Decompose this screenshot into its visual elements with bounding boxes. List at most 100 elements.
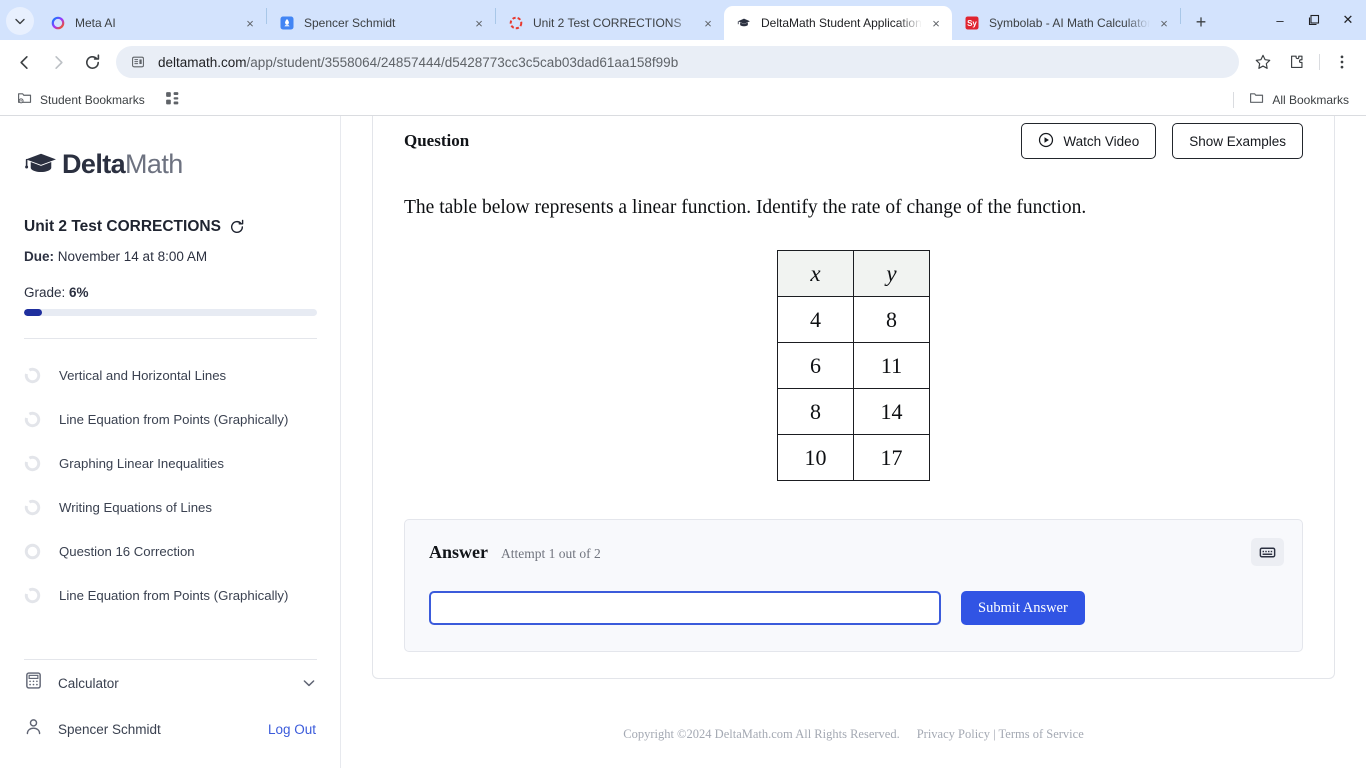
- svg-text:Sy: Sy: [967, 19, 977, 28]
- tab-close-button[interactable]: ×: [928, 15, 944, 31]
- table-cell-y: 11: [853, 342, 930, 389]
- table-cell-y: 17: [853, 434, 930, 481]
- grade-progress-fill: [24, 309, 42, 316]
- sidebar-item-vertical-and-horizontal-lines[interactable]: Vertical and Horizontal Lines: [24, 353, 316, 397]
- tab-spencer-schmidt[interactable]: Spencer Schmidt ×: [267, 6, 495, 40]
- deltamath-logo[interactable]: DeltaMath: [24, 144, 316, 184]
- new-tab-button[interactable]: +: [1187, 8, 1215, 36]
- privacy-policy-link[interactable]: Privacy Policy: [917, 727, 990, 741]
- tab-meta-ai[interactable]: Meta AI ×: [38, 6, 266, 40]
- sidebar-item-writing-equations-of-lines[interactable]: Writing Equations of Lines: [24, 485, 316, 529]
- table-header-row: x y: [777, 250, 930, 297]
- logout-link[interactable]: Log Out: [268, 722, 316, 737]
- question-actions: Watch Video Show Examples: [1021, 123, 1303, 159]
- table-cell-x: 6: [777, 342, 854, 389]
- logo-math: Math: [125, 148, 183, 179]
- toolbar-divider: [1319, 54, 1320, 70]
- footer-links: Privacy Policy | Terms of Service: [917, 727, 1084, 742]
- person-icon: [24, 717, 43, 741]
- forward-button[interactable]: [42, 46, 74, 78]
- submit-answer-button[interactable]: Submit Answer: [961, 591, 1085, 625]
- tab-title: Spencer Schmidt: [304, 16, 396, 30]
- progress-ring-icon: [24, 543, 41, 560]
- tab-strip: Meta AI × Spencer Schmidt × Unit 2 Test …: [0, 0, 1366, 40]
- chevron-down-icon: [15, 18, 25, 25]
- back-arrow-icon: [19, 55, 28, 69]
- window-minimize-button[interactable]: –: [1272, 12, 1288, 28]
- chevron-down-icon[interactable]: [302, 676, 316, 690]
- tab-deltamath-student-application[interactable]: DeltaMath Student Application ×: [724, 6, 952, 40]
- assignment-title: Unit 2 Test CORRECTIONS: [24, 218, 221, 235]
- tab-search-button[interactable]: [6, 7, 34, 35]
- progress-ring-icon: [24, 587, 41, 604]
- window-maximize-button[interactable]: [1306, 12, 1322, 28]
- tab-close-button[interactable]: ×: [242, 15, 258, 31]
- question-card: Question Watch Video Show Examples The t…: [372, 116, 1335, 679]
- bookmark-star-button[interactable]: [1247, 46, 1279, 78]
- extensions-icon: [1291, 55, 1303, 68]
- apps-grid-icon: [165, 91, 180, 109]
- bookmarks-bar-right: All Bookmarks: [1233, 87, 1356, 112]
- due-value: November 14 at 8:00 AM: [57, 249, 208, 264]
- window-close-button[interactable]: ✕: [1340, 12, 1356, 28]
- table-row: 4 8: [777, 296, 930, 343]
- address-bar[interactable]: deltamath.com/app/student/3558064/248574…: [116, 46, 1239, 78]
- table-row: 8 14: [777, 388, 930, 435]
- table-row: 10 17: [777, 434, 930, 481]
- browser-window: Meta AI × Spencer Schmidt × Unit 2 Test …: [0, 0, 1366, 768]
- tab-close-button[interactable]: ×: [700, 15, 716, 31]
- page-footer: Copyright ©2024 DeltaMath.com All Rights…: [341, 700, 1366, 768]
- loading-spinner-icon: [508, 15, 524, 31]
- tab-title: Meta AI: [75, 16, 116, 30]
- calculator-row[interactable]: Calculator: [24, 660, 316, 706]
- sidebar-item-line-equation-from-points-graphically-2[interactable]: Line Equation from Points (Graphically): [24, 573, 316, 617]
- reload-icon: [85, 53, 99, 69]
- watch-video-button[interactable]: Watch Video: [1021, 123, 1157, 159]
- tab-close-button[interactable]: ×: [471, 15, 487, 31]
- tab-close-button[interactable]: ×: [1156, 15, 1172, 31]
- reload-button[interactable]: [76, 46, 108, 78]
- bookmark-label: Student Bookmarks: [40, 92, 145, 107]
- table-cell-x: 10: [777, 434, 854, 481]
- browser-menu-button[interactable]: [1326, 46, 1358, 78]
- progress-ring-icon: [24, 367, 41, 384]
- due-label: Due:: [24, 249, 54, 264]
- table-column-header-x: x: [777, 250, 854, 297]
- tab-symbolab[interactable]: Sy Symbolab - AI Math Calculator ×: [952, 6, 1180, 40]
- extensions-button[interactable]: [1281, 46, 1313, 78]
- keyboard-toggle-button[interactable]: [1251, 538, 1284, 566]
- show-examples-button[interactable]: Show Examples: [1172, 123, 1303, 159]
- maximize-icon: [1308, 14, 1320, 26]
- url-host: deltamath.com: [158, 54, 247, 70]
- bookmark-student-bookmarks[interactable]: Student Bookmarks: [10, 87, 152, 112]
- tab-title: Unit 2 Test CORRECTIONS: [533, 16, 682, 30]
- sidebar-divider: [24, 338, 317, 339]
- table-cell-y: 8: [853, 296, 930, 343]
- answer-input[interactable]: [429, 591, 941, 625]
- terms-of-service-link[interactable]: Terms of Service: [999, 727, 1084, 741]
- grade-label: Grade:: [24, 285, 66, 300]
- back-button[interactable]: [8, 46, 40, 78]
- grade-row: Grade: 6%: [24, 285, 316, 300]
- attempt-counter: Attempt 1 out of 2: [501, 546, 601, 561]
- calculator-icon: [24, 671, 43, 695]
- sidebar-item-question-16-correction[interactable]: Question 16 Correction: [24, 529, 316, 573]
- all-bookmarks-button[interactable]: All Bookmarks: [1242, 87, 1356, 112]
- user-row: Spencer Schmidt Log Out: [24, 706, 316, 752]
- graduation-cap-icon: [24, 150, 58, 178]
- table-row: 6 11: [777, 342, 930, 389]
- answer-row: Submit Answer: [429, 591, 1278, 625]
- site-info-icon[interactable]: [130, 54, 146, 70]
- tab-unit-2-test-corrections[interactable]: Unit 2 Test CORRECTIONS ×: [496, 6, 724, 40]
- question-area: Question Watch Video Show Examples The t…: [341, 116, 1366, 700]
- sidebar-item-graphing-linear-inequalities[interactable]: Graphing Linear Inequalities: [24, 441, 316, 485]
- sidebar-item-line-equation-from-points-graphically-1[interactable]: Line Equation from Points (Graphically): [24, 397, 316, 441]
- table-column-header-y: y: [853, 250, 930, 297]
- forward-arrow-icon: [54, 55, 63, 69]
- bookmark-apps-grid[interactable]: [158, 88, 187, 112]
- refresh-icon[interactable]: [229, 219, 245, 235]
- tab-title: Symbolab - AI Math Calculator: [989, 16, 1150, 30]
- copyright-text: Copyright ©2024 DeltaMath.com All Rights…: [623, 726, 900, 741]
- logo-text: DeltaMath: [62, 149, 183, 180]
- user-name: Spencer Schmidt: [58, 721, 161, 737]
